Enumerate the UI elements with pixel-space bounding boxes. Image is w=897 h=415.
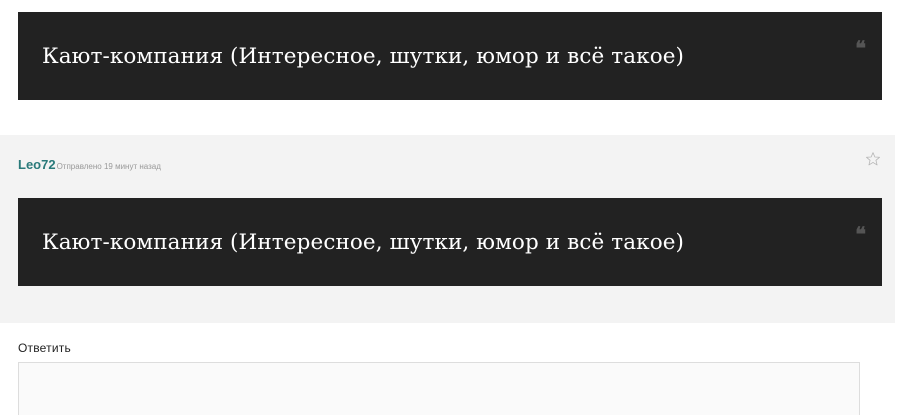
quote-icon: ❝ [855, 222, 866, 246]
post-meta: Leo72 Отправлено 19 минут назад [18, 157, 161, 172]
post-author-link[interactable]: Leo72 [18, 157, 56, 172]
topic-quote-text: Кают-компания (Интересное, шутки, юмор и… [42, 43, 685, 69]
star-icon[interactable] [865, 151, 881, 167]
forum-page: Кают-компания (Интересное, шутки, юмор и… [0, 0, 897, 415]
post-quote-text: Кают-компания (Интересное, шутки, юмор и… [42, 229, 685, 255]
quote-icon: ❝ [855, 36, 866, 60]
reply-label: Ответить [18, 341, 71, 355]
post-quote-block: Кают-компания (Интересное, шутки, юмор и… [18, 198, 882, 286]
post-timestamp: Отправлено 19 минут назад [56, 162, 161, 171]
topic-quote-block: Кают-компания (Интересное, шутки, юмор и… [18, 12, 882, 100]
reply-textarea[interactable] [18, 362, 860, 415]
forum-post: Leo72 Отправлено 19 минут назад Кают-ком… [0, 135, 895, 323]
